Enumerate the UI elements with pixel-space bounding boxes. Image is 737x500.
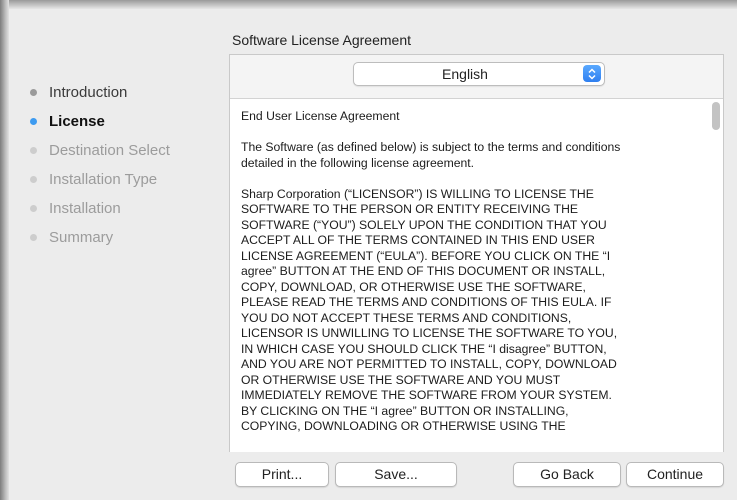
window-left-edge	[0, 0, 9, 500]
license-text-area[interactable]: End User License Agreement The Software …	[230, 98, 723, 452]
license-intro: The Software (as defined below) is subje…	[241, 140, 621, 170]
license-panel: English End User License Agreement The S…	[229, 54, 724, 452]
chevron-glyph	[588, 67, 596, 80]
window-top-edge	[0, 0, 737, 9]
step-label: Destination Select	[49, 142, 170, 159]
save-button[interactable]: Save...	[335, 462, 457, 487]
license-body: Sharp Corporation (“LICENSOR”) IS WILLIN…	[241, 186, 618, 434]
step-dot-icon	[30, 89, 37, 96]
step-label: Introduction	[49, 84, 128, 101]
license-text: End User License Agreement The Software …	[241, 109, 701, 450]
license-heading: End User License Agreement	[241, 109, 400, 123]
step-installation-type: Installation Type	[22, 165, 222, 194]
step-destination-select: Destination Select	[22, 136, 222, 165]
step-dot-icon	[30, 118, 37, 125]
step-label: Summary	[49, 229, 114, 246]
step-dot-icon	[30, 205, 37, 212]
step-installation: Installation	[22, 194, 222, 223]
step-dot-icon	[30, 234, 37, 241]
step-dot-icon	[30, 176, 37, 183]
step-summary: Summary	[22, 223, 222, 252]
step-label: License	[49, 113, 105, 130]
step-introduction: Introduction	[22, 78, 222, 107]
go-back-button[interactable]: Go Back	[513, 462, 621, 487]
section-title: Software License Agreement	[232, 32, 411, 48]
continue-button[interactable]: Continue	[626, 462, 724, 487]
step-label: Installation	[49, 200, 121, 217]
vertical-scrollbar[interactable]	[712, 102, 720, 130]
language-select-value: English	[442, 66, 488, 82]
step-license: License	[22, 107, 222, 136]
up-down-chevron-icon[interactable]	[583, 65, 601, 82]
step-label: Installation Type	[49, 171, 158, 188]
step-dot-icon	[30, 147, 37, 154]
print-button[interactable]: Print...	[235, 462, 329, 487]
installer-steps-sidebar: Introduction License Destination Select …	[22, 78, 222, 252]
language-select[interactable]: English	[353, 62, 605, 86]
